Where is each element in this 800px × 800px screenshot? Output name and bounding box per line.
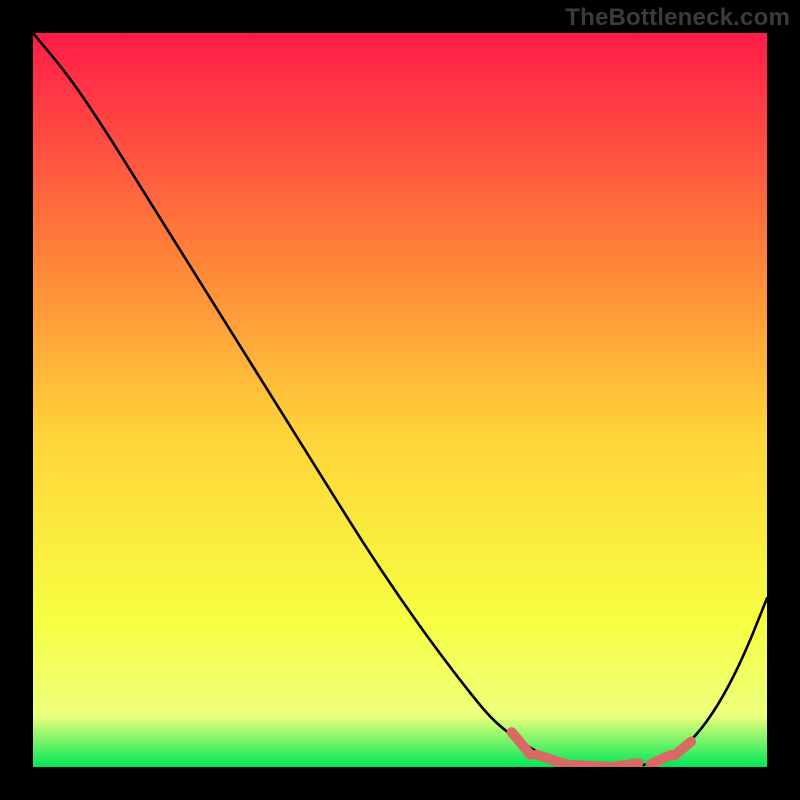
- gradient-background: [33, 33, 767, 767]
- optimal-marker: [609, 763, 638, 767]
- watermark-text: TheBottleneck.com: [565, 4, 790, 32]
- plot-area: [33, 33, 767, 767]
- chart-frame: TheBottleneck.com: [0, 0, 800, 800]
- chart-svg: [33, 33, 767, 767]
- optimal-marker: [573, 765, 610, 767]
